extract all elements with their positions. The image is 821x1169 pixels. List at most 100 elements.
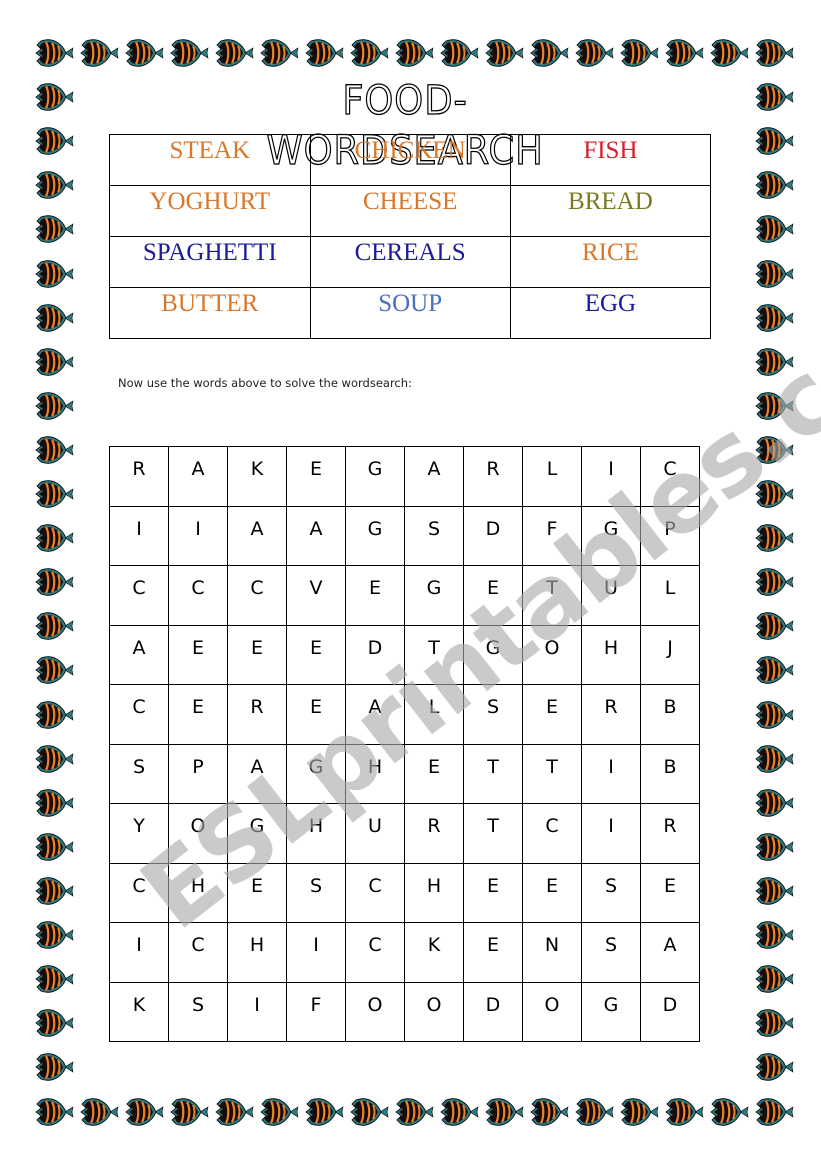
grid-cell[interactable]: C <box>227 565 287 626</box>
grid-cell[interactable]: D <box>640 981 700 1042</box>
grid-cell[interactable]: S <box>463 684 523 745</box>
grid-cell[interactable]: G <box>404 565 464 626</box>
grid-cell[interactable]: L <box>640 565 700 626</box>
grid-cell[interactable]: N <box>522 922 582 983</box>
grid-cell[interactable]: C <box>522 803 582 864</box>
grid-cell[interactable]: O <box>404 981 464 1042</box>
grid-cell[interactable]: G <box>581 505 641 566</box>
grid-cell[interactable]: A <box>640 922 700 983</box>
grid-cell[interactable]: R <box>404 803 464 864</box>
grid-cell[interactable]: E <box>227 862 287 923</box>
grid-cell[interactable]: G <box>345 446 405 507</box>
grid-cell[interactable]: R <box>109 446 169 507</box>
grid-cell[interactable]: L <box>522 446 582 507</box>
grid-cell[interactable]: K <box>404 922 464 983</box>
grid-cell[interactable]: U <box>581 565 641 626</box>
grid-cell[interactable]: G <box>345 505 405 566</box>
grid-cell[interactable]: A <box>286 505 346 566</box>
grid-cell[interactable]: E <box>640 862 700 923</box>
grid-cell[interactable]: S <box>168 981 228 1042</box>
grid-cell[interactable]: O <box>345 981 405 1042</box>
grid-cell[interactable]: R <box>581 684 641 745</box>
grid-cell[interactable]: O <box>522 981 582 1042</box>
grid-cell[interactable]: E <box>522 862 582 923</box>
grid-cell[interactable]: T <box>522 743 582 804</box>
grid-cell[interactable]: E <box>522 684 582 745</box>
grid-cell[interactable]: F <box>286 981 346 1042</box>
grid-cell[interactable]: H <box>581 624 641 685</box>
grid-cell[interactable]: E <box>463 922 523 983</box>
grid-cell[interactable]: G <box>286 743 346 804</box>
grid-cell[interactable]: H <box>286 803 346 864</box>
grid-cell[interactable]: I <box>581 743 641 804</box>
grid-cell[interactable]: S <box>581 922 641 983</box>
grid-cell[interactable]: U <box>345 803 405 864</box>
grid-cell[interactable]: C <box>640 446 700 507</box>
grid-cell[interactable]: E <box>286 624 346 685</box>
grid-cell[interactable]: R <box>640 803 700 864</box>
grid-cell[interactable]: Y <box>109 803 169 864</box>
grid-cell[interactable]: D <box>345 624 405 685</box>
grid-cell[interactable]: T <box>463 743 523 804</box>
grid-cell[interactable]: H <box>168 862 228 923</box>
grid-cell[interactable]: R <box>463 446 523 507</box>
grid-cell[interactable]: C <box>109 565 169 626</box>
grid-cell[interactable]: A <box>227 743 287 804</box>
grid-cell[interactable]: E <box>227 624 287 685</box>
grid-cell[interactable]: S <box>286 862 346 923</box>
grid-cell[interactable]: I <box>581 803 641 864</box>
grid-cell[interactable]: D <box>463 981 523 1042</box>
grid-cell[interactable]: C <box>345 922 405 983</box>
grid-cell[interactable]: L <box>404 684 464 745</box>
grid-cell[interactable]: C <box>168 565 228 626</box>
grid-cell[interactable]: I <box>286 922 346 983</box>
grid-cell[interactable]: J <box>640 624 700 685</box>
grid-cell[interactable]: H <box>345 743 405 804</box>
grid-cell[interactable]: T <box>522 565 582 626</box>
grid-cell[interactable]: E <box>286 684 346 745</box>
grid-cell[interactable]: S <box>404 505 464 566</box>
grid-cell[interactable]: A <box>109 624 169 685</box>
grid-cell[interactable]: B <box>640 743 700 804</box>
grid-cell[interactable]: E <box>463 862 523 923</box>
grid-cell[interactable]: V <box>286 565 346 626</box>
grid-cell[interactable]: F <box>522 505 582 566</box>
grid-cell[interactable]: T <box>404 624 464 685</box>
grid-cell[interactable]: H <box>227 922 287 983</box>
grid-cell[interactable]: O <box>522 624 582 685</box>
grid-cell[interactable]: A <box>227 505 287 566</box>
grid-cell[interactable]: I <box>109 922 169 983</box>
grid-cell[interactable]: C <box>109 862 169 923</box>
grid-cell[interactable]: C <box>109 684 169 745</box>
grid-cell[interactable]: S <box>109 743 169 804</box>
grid-cell[interactable]: I <box>109 505 169 566</box>
grid-cell[interactable]: G <box>463 624 523 685</box>
grid-cell[interactable]: K <box>109 981 169 1042</box>
grid-cell[interactable]: P <box>168 743 228 804</box>
grid-cell[interactable]: A <box>168 446 228 507</box>
grid-cell[interactable]: I <box>581 446 641 507</box>
grid-cell[interactable]: E <box>345 565 405 626</box>
grid-cell[interactable]: I <box>227 981 287 1042</box>
grid-cell[interactable]: E <box>286 446 346 507</box>
grid-cell[interactable]: G <box>227 803 287 864</box>
grid-cell[interactable]: I <box>168 505 228 566</box>
grid-cell[interactable]: S <box>581 862 641 923</box>
grid-cell[interactable]: H <box>404 862 464 923</box>
grid-cell[interactable]: E <box>463 565 523 626</box>
grid-cell[interactable]: D <box>463 505 523 566</box>
grid-cell[interactable]: E <box>168 624 228 685</box>
grid-cell[interactable]: G <box>581 981 641 1042</box>
grid-cell[interactable]: T <box>463 803 523 864</box>
grid-cell[interactable]: O <box>168 803 228 864</box>
grid-cell[interactable]: A <box>404 446 464 507</box>
grid-cell[interactable]: K <box>227 446 287 507</box>
grid-cell[interactable]: E <box>168 684 228 745</box>
grid-cell[interactable]: B <box>640 684 700 745</box>
grid-cell[interactable]: R <box>227 684 287 745</box>
grid-cell[interactable]: P <box>640 505 700 566</box>
grid-cell[interactable]: C <box>168 922 228 983</box>
grid-cell[interactable]: E <box>404 743 464 804</box>
grid-cell[interactable]: A <box>345 684 405 745</box>
grid-cell[interactable]: C <box>345 862 405 923</box>
